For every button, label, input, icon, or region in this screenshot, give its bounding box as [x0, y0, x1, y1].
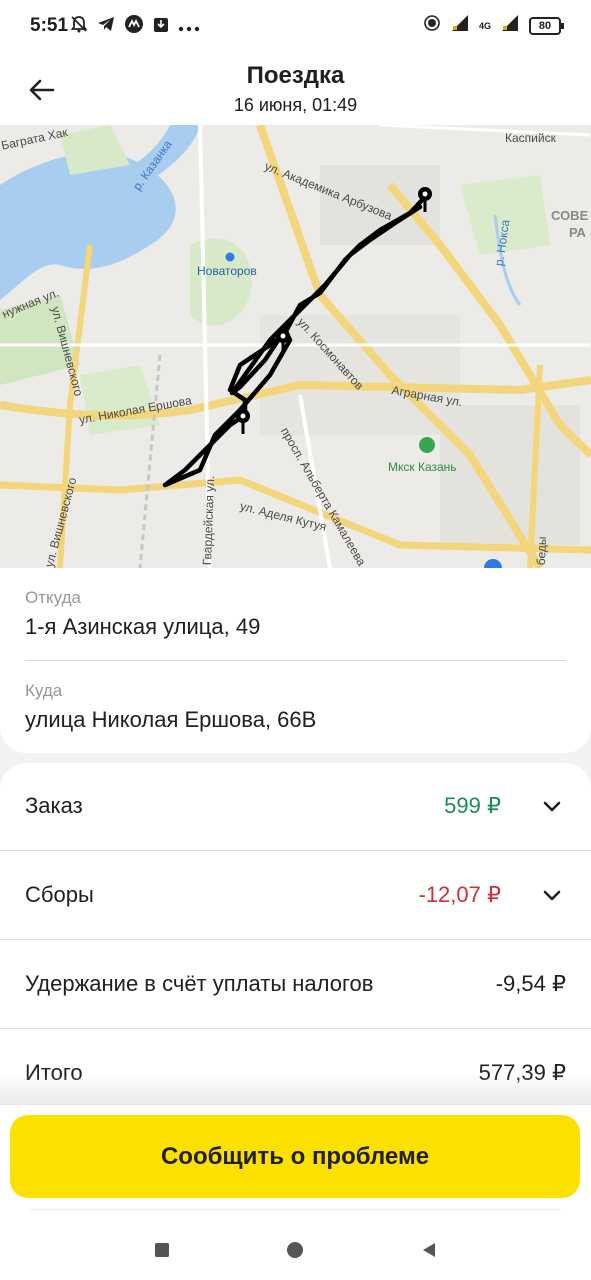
page-title: Поездка	[246, 62, 345, 89]
map-canvas	[0, 125, 591, 568]
battery-icon: 80	[529, 16, 564, 35]
order-label: Заказ	[25, 793, 83, 818]
divider	[25, 660, 566, 661]
fees-value: -12,07 ₽	[418, 882, 502, 907]
signal-icon	[450, 14, 470, 37]
to-label: Куда	[25, 681, 63, 700]
chevron-down-icon[interactable]	[541, 795, 563, 817]
map-label: Мкск Казань	[388, 460, 457, 474]
trip-map[interactable]: ул. Академика Арбузова Новаторов ул. Ник…	[0, 125, 591, 568]
order-row[interactable]: Заказ 599 ₽	[0, 763, 591, 851]
from-address: 1-я Азинская улица, 49	[25, 614, 261, 639]
order-value: 599 ₽	[444, 793, 501, 818]
map-label: Новаторов	[197, 264, 257, 278]
map-label: РА	[569, 225, 586, 240]
header: Поездка 16 июня, 01:49	[0, 52, 591, 125]
app-icon	[124, 14, 144, 40]
map-label: беды	[534, 536, 549, 566]
status-time: 5:51	[30, 15, 69, 36]
location-icon	[423, 14, 441, 37]
to-address: улица Николая Ершова, 66В	[25, 707, 317, 732]
tax-label: Удержание в счёт уплаты налогов	[25, 971, 374, 996]
bottom-panel: Сообщить о проблеме	[0, 1105, 591, 1280]
signal-icon-2	[500, 14, 520, 37]
home-icon[interactable]	[285, 1240, 305, 1260]
price-card: Заказ 599 ₽ Сборы -12,07 ₽ Удержание в с…	[0, 763, 591, 1105]
more-icon	[178, 16, 200, 38]
system-nav-bar	[0, 1220, 591, 1280]
address-card: Откуда 1-я Азинская улица, 49 Куда улица…	[0, 568, 591, 753]
download-icon	[153, 15, 169, 39]
alarm-off-icon	[70, 15, 88, 39]
scroll-fade	[0, 1075, 591, 1105]
map-label: Каспийск	[505, 131, 556, 145]
network-type: 4G	[478, 20, 491, 31]
status-right-icons: 4G 80	[423, 14, 564, 37]
report-problem-button[interactable]: Сообщить о проблеме	[10, 1115, 580, 1198]
divider	[30, 1209, 561, 1210]
chevron-down-icon[interactable]	[541, 884, 563, 906]
tax-row: Удержание в счёт уплаты налогов -9,54 ₽	[0, 941, 591, 1029]
pin-icon	[276, 329, 290, 354]
back-nav-icon[interactable]	[419, 1240, 439, 1260]
fees-row[interactable]: Сборы -12,07 ₽	[0, 852, 591, 940]
status-left-icons	[70, 14, 200, 40]
tax-value: -9,54 ₽	[495, 971, 566, 996]
status-bar: 5:51 4G 80	[0, 0, 591, 52]
fees-label: Сборы	[25, 882, 94, 907]
pin-icon	[236, 409, 250, 434]
trip-date: 16 июня, 01:49	[233, 95, 358, 115]
map-label: СОВЕ	[551, 208, 589, 223]
telegram-icon	[97, 15, 115, 39]
from-label: Откуда	[25, 588, 81, 607]
recents-icon[interactable]	[152, 1240, 172, 1260]
pin-icon	[418, 187, 432, 212]
